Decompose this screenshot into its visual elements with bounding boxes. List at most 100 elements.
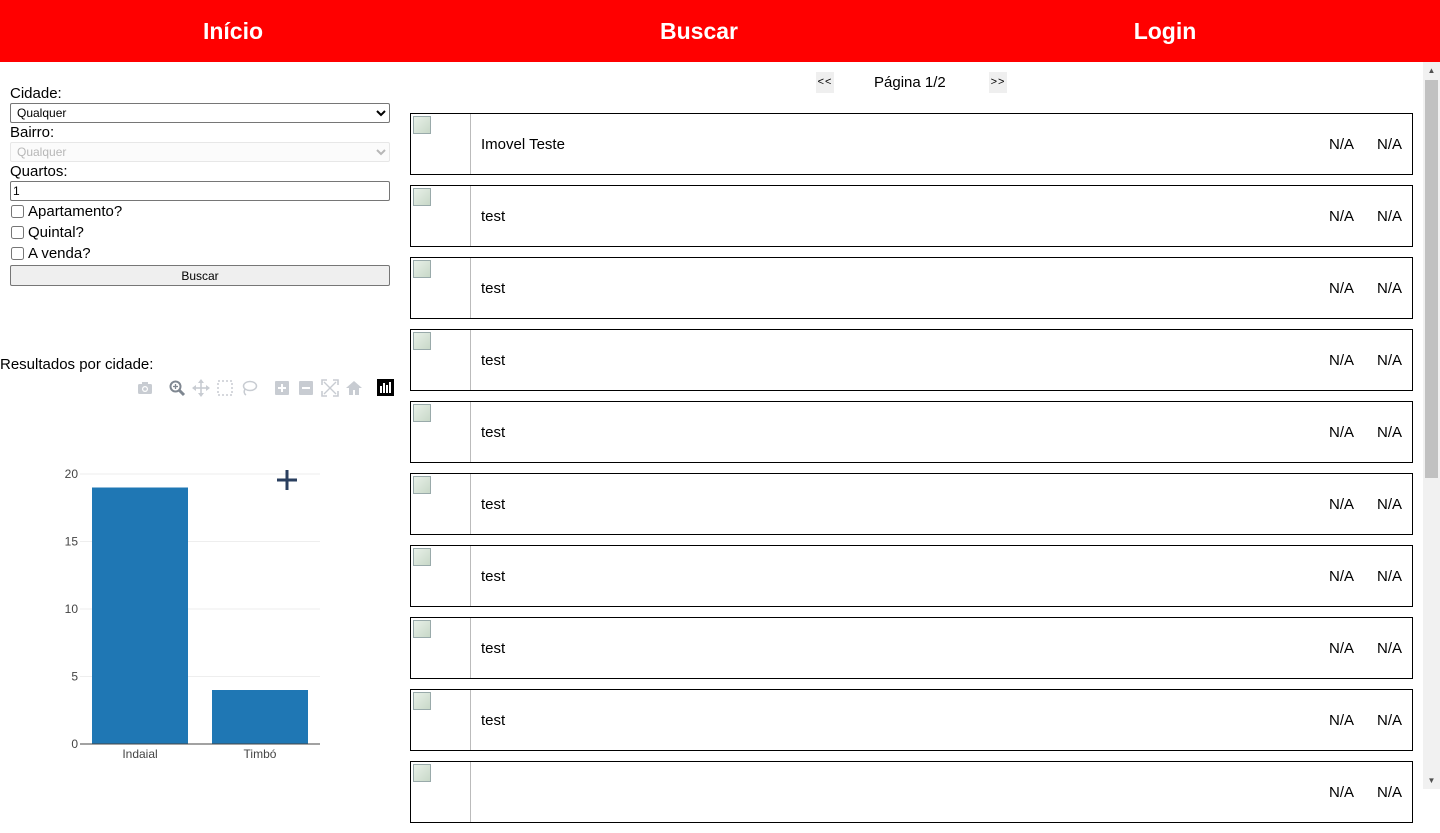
search-button[interactable]: Buscar [10,265,390,286]
result-value-1: N/A [1328,279,1354,297]
y-tick-label: 10 [65,602,79,616]
apartment-checkbox-row: Apartamento? [10,201,390,222]
city-select[interactable]: Qualquer [10,103,390,123]
result-card[interactable]: N/A N/A [410,761,1413,823]
broken-image-icon [411,186,471,246]
result-card[interactable]: test N/A N/A [410,473,1413,535]
broken-image-icon [411,114,471,174]
results-list: Imovel Teste N/A N/A test N/A N/A test N… [410,113,1414,833]
sale-checkbox[interactable] [11,247,24,260]
y-tick-label: 5 [71,670,78,684]
result-value-2: N/A [1376,639,1402,657]
result-title: test [481,495,506,513]
crosshair-cursor-icon [277,470,297,490]
result-value-2: N/A [1376,279,1402,297]
top-nav: Início Buscar Login [0,0,1440,62]
page-indicator: Página 1/2 [874,74,946,91]
sale-checkbox-label: A venda? [28,245,91,262]
y-tick-label: 20 [65,467,79,481]
result-value-1: N/A [1328,207,1354,225]
city-label: Cidade: [10,85,62,102]
x-tick-label: Indaial [122,747,157,761]
result-value-1: N/A [1328,351,1354,369]
yard-checkbox-label: Quintal? [28,224,84,241]
result-card[interactable]: test N/A N/A [410,545,1413,607]
result-value-2: N/A [1376,423,1402,441]
nav-home-link[interactable]: Início [0,0,466,62]
result-card[interactable]: test N/A N/A [410,257,1413,319]
result-title: test [481,423,506,441]
broken-image-icon [411,618,471,678]
pan-icon[interactable] [192,379,210,397]
result-value-1: N/A [1328,135,1354,153]
broken-image-icon [411,330,471,390]
result-value-2: N/A [1376,495,1402,513]
result-value-1: N/A [1328,711,1354,729]
result-card[interactable]: test N/A N/A [410,617,1413,679]
result-value-2: N/A [1376,711,1402,729]
result-title: Imovel Teste [481,135,565,153]
result-card[interactable]: test N/A N/A [410,689,1413,751]
result-card[interactable]: Imovel Teste N/A N/A [410,113,1413,175]
zoom-in-icon[interactable] [273,379,291,397]
result-title: test [481,639,506,657]
broken-image-icon [411,402,471,462]
broken-image-icon [411,546,471,606]
result-value-2: N/A [1376,135,1402,153]
camera-icon[interactable] [136,379,154,397]
plotly-logo-icon[interactable] [377,379,394,396]
result-value-1: N/A [1328,495,1354,513]
y-tick-label: 15 [65,535,79,549]
prev-page-button[interactable]: << [816,72,834,93]
chart-title: Resultados por cidade: [0,356,154,373]
result-title: test [481,711,506,729]
yard-checkbox-row: Quintal? [10,222,390,243]
scroll-up-arrow-icon[interactable]: ▲ [1423,62,1440,79]
result-card[interactable]: test N/A N/A [410,401,1413,463]
sale-checkbox-row: A venda? [10,243,390,264]
yard-checkbox[interactable] [11,226,24,239]
bar [212,690,308,744]
neighborhood-label: Bairro: [10,124,55,141]
scroll-down-arrow-icon[interactable]: ▼ [1423,772,1440,789]
result-title: test [481,207,506,225]
broken-image-icon [411,690,471,750]
broken-image-icon [411,474,471,534]
apartment-checkbox-label: Apartamento? [28,203,123,220]
filter-panel: Cidade: Qualquer Bairro: Qualquer Quarto… [10,84,390,286]
neighborhood-select[interactable]: Qualquer [10,142,390,162]
result-title: test [481,279,506,297]
result-value-1: N/A [1328,639,1354,657]
zoom-icon[interactable] [168,379,186,397]
home-icon[interactable] [345,379,363,397]
result-value-2: N/A [1376,207,1402,225]
x-tick-label: Timbó [244,747,277,761]
rooms-label: Quartos: [10,163,68,180]
result-value-2: N/A [1376,567,1402,585]
result-value-1: N/A [1328,783,1354,801]
broken-image-icon [411,762,471,822]
box-select-icon[interactable] [216,379,234,397]
bar [92,487,188,744]
rooms-input[interactable] [10,181,390,201]
autoscale-icon[interactable] [321,379,339,397]
result-value-2: N/A [1376,783,1402,801]
result-value-1: N/A [1328,423,1354,441]
result-card[interactable]: test N/A N/A [410,329,1413,391]
apartment-checkbox[interactable] [11,205,24,218]
result-value-2: N/A [1376,351,1402,369]
result-card[interactable]: test N/A N/A [410,185,1413,247]
next-page-button[interactable]: >> [989,72,1007,93]
broken-image-icon [411,258,471,318]
result-title: test [481,567,506,585]
nav-login-link[interactable]: Login [932,0,1398,62]
zoom-out-icon[interactable] [297,379,315,397]
pagination: << Página 1/2 >> [816,72,1008,94]
results-by-city-chart: 0 5 10 15 20 Indaial Timbó [65,467,320,761]
page-scrollbar[interactable]: ▲ ▼ [1423,62,1440,789]
lasso-icon[interactable] [240,379,258,397]
y-tick-label: 0 [71,737,78,751]
result-value-1: N/A [1328,567,1354,585]
nav-search-link[interactable]: Buscar [466,0,932,62]
scrollbar-thumb[interactable] [1425,80,1438,478]
